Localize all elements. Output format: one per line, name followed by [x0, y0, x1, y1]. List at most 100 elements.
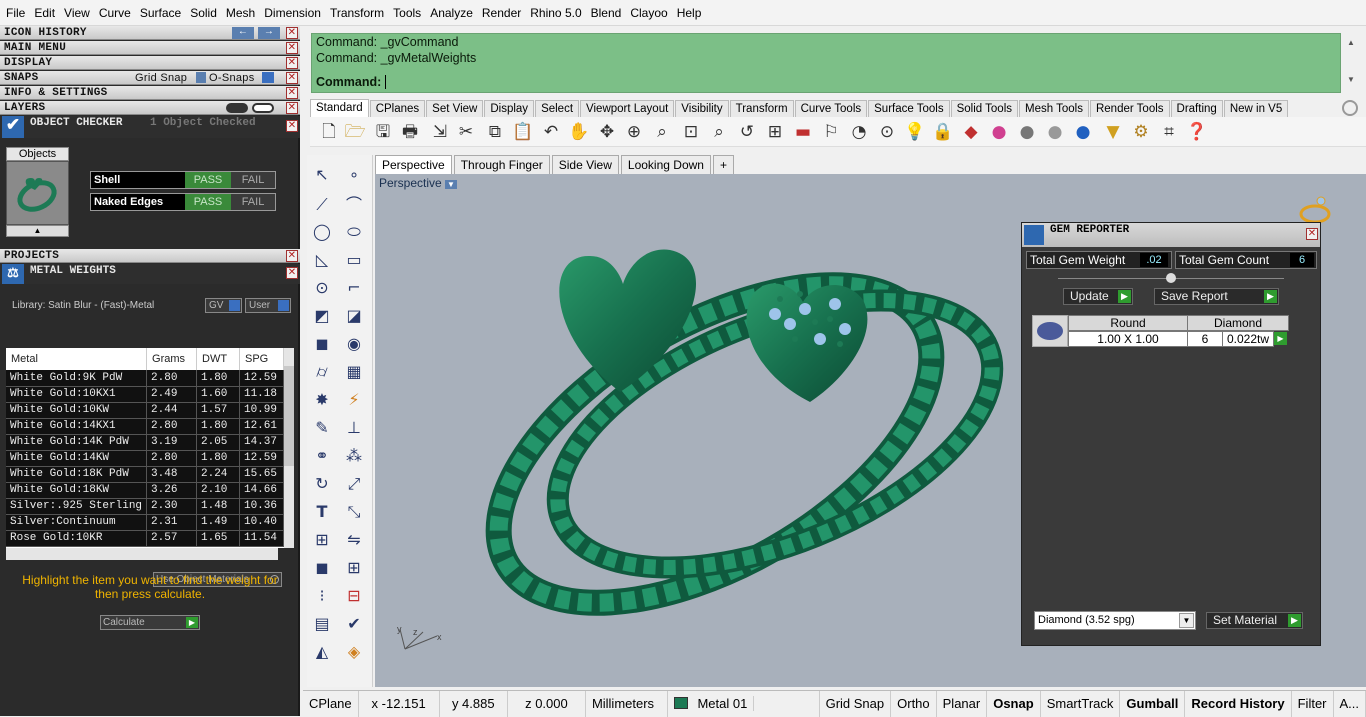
close-icon[interactable]: ✕ — [286, 27, 298, 39]
objects-tab[interactable]: Objects — [6, 147, 69, 161]
boolean-icon[interactable]: ◉ — [342, 332, 366, 356]
info-settings-header[interactable]: INFO & SETTINGS✕ — [0, 86, 300, 100]
print-icon[interactable]: 🖶 — [399, 121, 421, 143]
toolbar-tab[interactable]: Viewport Layout — [580, 100, 674, 117]
collapse-arrow-icon[interactable]: ▲ — [6, 225, 69, 237]
grid-snap-toggle[interactable]: Grid Snap — [135, 71, 187, 85]
blue-sphere-icon[interactable]: ● — [1072, 121, 1094, 143]
scale-icon[interactable]: ⤡ — [342, 500, 366, 524]
fillet-icon[interactable]: ⌐ — [342, 276, 366, 300]
help-icon[interactable]: ❓ — [1186, 121, 1208, 143]
material-icon[interactable]: ◈ — [342, 640, 366, 664]
rectangle-icon[interactable]: ▭ — [342, 248, 366, 272]
vertical-scrollbar[interactable] — [284, 348, 294, 548]
table-row[interactable]: White Gold:18KW3.262.1014.66 — [6, 482, 284, 498]
icon-history-header[interactable]: ICON HISTORY ← → ✕ — [0, 26, 300, 40]
open-file-icon[interactable]: 🗁 — [344, 121, 366, 143]
pan-hand-icon[interactable]: ✋ — [568, 121, 590, 143]
export-icon[interactable]: ⇲ — [429, 121, 451, 143]
copy-icon[interactable]: ⧉ — [484, 121, 506, 143]
column-header-metal[interactable]: Metal — [6, 348, 147, 370]
toolbar-tab[interactable]: Standard — [310, 99, 369, 117]
menu-item[interactable]: File — [6, 6, 25, 20]
check-icon[interactable]: ✔ — [342, 612, 366, 636]
osnaps-toggle[interactable]: O-Snaps — [209, 71, 255, 85]
close-icon[interactable]: ✕ — [1306, 228, 1318, 240]
gem-size-cell[interactable]: 1.00 X 1.00 — [1068, 331, 1188, 347]
layer-icon[interactable]: ◆ — [960, 121, 982, 143]
menu-item[interactable]: Blend — [591, 6, 622, 20]
horizontal-scrollbar[interactable] — [6, 548, 278, 560]
menu-item[interactable]: Rhino 5.0 — [530, 6, 581, 20]
mirror-icon[interactable]: ⇋ — [342, 528, 366, 552]
rotate-view-icon[interactable]: ✥ — [596, 121, 618, 143]
render-icon[interactable]: ◭ — [310, 640, 334, 664]
toolbar-tab[interactable]: Surface Tools — [868, 100, 949, 117]
shaded-sphere-icon[interactable]: ● — [1016, 121, 1038, 143]
dimension-icon[interactable]: ⤢ — [342, 472, 366, 496]
close-icon[interactable]: ✕ — [286, 42, 298, 54]
menu-item[interactable]: Clayoo — [630, 6, 667, 20]
gear-icon[interactable] — [1342, 100, 1358, 116]
toolbar-tab[interactable]: CPlanes — [370, 100, 425, 117]
menu-item[interactable]: View — [64, 6, 90, 20]
toolbar-tab[interactable]: Set View — [426, 100, 483, 117]
color-wheel-icon[interactable]: ● — [988, 121, 1010, 143]
play-arrow-icon[interactable]: ▶ — [1274, 332, 1287, 345]
material-select[interactable]: Diamond (3.52 spg)▼ — [1034, 611, 1196, 630]
mesh-icon[interactable]: ▦ — [342, 360, 366, 384]
polyline-icon[interactable]: ⟋ — [310, 193, 334, 217]
undo-view-icon[interactable]: ↺ — [736, 121, 758, 143]
toolbar-tab[interactable]: Solid Tools — [951, 100, 1018, 117]
scrollbar-thumb[interactable] — [284, 366, 294, 466]
menu-item[interactable]: Edit — [34, 6, 55, 20]
block-icon[interactable]: ◼ — [310, 556, 334, 580]
cut-icon[interactable]: ✂ — [455, 121, 477, 143]
toolbar-tab[interactable]: Transform — [730, 100, 794, 117]
user-toggle[interactable]: User — [245, 298, 291, 313]
rotate-icon[interactable]: ↻ — [310, 472, 334, 496]
circle-icon[interactable]: ◯ — [310, 220, 334, 244]
status-toggle[interactable]: Osnap — [987, 691, 1040, 717]
analyze-icon[interactable]: ⊟ — [342, 584, 366, 608]
toolbar-tab[interactable]: Render Tools — [1090, 100, 1170, 117]
command-prompt[interactable]: Command: — [312, 74, 1340, 90]
close-icon[interactable]: ✕ — [286, 250, 298, 262]
table-row[interactable]: White Gold:14KW2.801.8012.59 — [6, 450, 284, 466]
back-arrow-icon[interactable]: ← — [232, 27, 254, 39]
eye-icon[interactable] — [252, 103, 274, 113]
table-row[interactable]: Silver:Continuum2.311.4910.40 — [6, 514, 284, 530]
trim-icon[interactable]: ✎ — [310, 416, 334, 440]
status-toggle[interactable]: Gumball — [1120, 691, 1185, 717]
status-toggle[interactable]: Ortho — [891, 691, 937, 717]
menu-item[interactable]: Mesh — [226, 6, 255, 20]
lock-icon[interactable]: 🔒 — [932, 121, 954, 143]
column-header-dwt[interactable]: DWT — [197, 348, 240, 370]
menu-item[interactable]: Surface — [140, 6, 181, 20]
menu-item[interactable]: Tools — [393, 6, 421, 20]
forward-arrow-icon[interactable]: → — [258, 27, 280, 39]
object-thumbnail[interactable] — [6, 161, 69, 225]
main-menu-header[interactable]: MAIN MENU✕ — [0, 41, 300, 55]
close-icon[interactable]: ✕ — [286, 267, 298, 279]
toolbar-tab[interactable]: Display — [484, 100, 534, 117]
toolbar-tab[interactable]: Visibility — [675, 100, 728, 117]
table-row[interactable]: White Gold:14KX12.801.8012.61 — [6, 418, 284, 434]
status-toggle[interactable]: Filter — [1292, 691, 1334, 717]
close-icon[interactable]: ✕ — [286, 102, 298, 114]
viewport-tab[interactable]: Side View — [552, 155, 619, 174]
menu-item[interactable]: Help — [677, 6, 702, 20]
circle-3pt-icon[interactable]: ⊙ — [310, 276, 334, 300]
distance-icon[interactable]: ⊞ — [342, 556, 366, 580]
split-icon[interactable]: ⊥ — [342, 416, 366, 440]
point-icon[interactable]: ∘ — [342, 163, 366, 187]
group-icon[interactable]: ⊞ — [310, 528, 334, 552]
menu-item[interactable]: Dimension — [264, 6, 321, 20]
gem-count-cell[interactable]: 6 — [1187, 331, 1223, 347]
toolbar-tab[interactable]: Mesh Tools — [1019, 100, 1089, 117]
paste-icon[interactable]: 📋 — [512, 121, 534, 143]
grid-snap-icon[interactable]: ⌗ — [1158, 121, 1180, 143]
osnap-icon[interactable] — [196, 72, 206, 83]
add-tab-icon[interactable]: + — [713, 155, 734, 174]
box-icon[interactable]: ◼ — [310, 332, 334, 356]
